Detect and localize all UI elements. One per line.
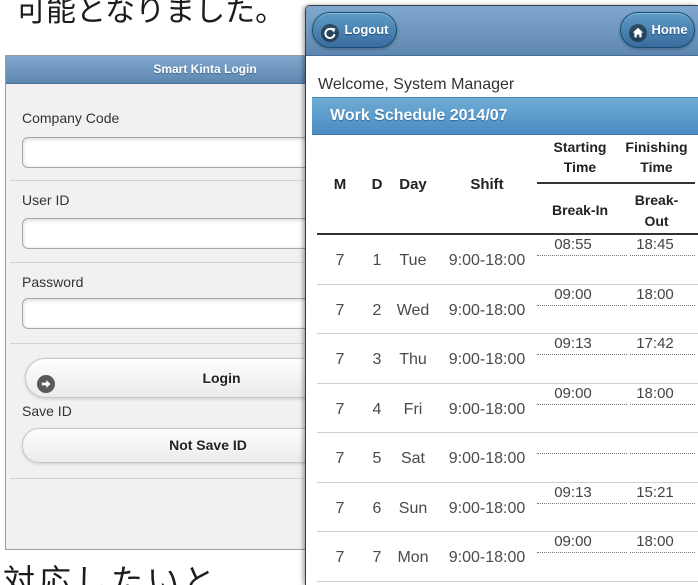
column-header-starting-time: Starting Time xyxy=(553,139,607,175)
logout-label: Logout xyxy=(344,22,389,37)
weekday-cell: Mon xyxy=(397,549,429,566)
starting-time-cell: 08:55 xyxy=(537,235,627,256)
starting-time-cell: 09:13 xyxy=(537,334,627,355)
month-cell: 7 xyxy=(335,499,345,517)
back-icon xyxy=(321,21,339,42)
schedule-table-header: M D Day Shift Starting Time Finishing Ti… xyxy=(317,135,698,235)
schedule-row: 7 3 Thu 9:00-18:00 09:13 17:42 xyxy=(317,334,698,384)
caption-bottom-clip: 対応したいと xyxy=(3,562,293,585)
schedule-row: 7 4 Fri 9:00-18:00 09:00 18:00 xyxy=(317,384,698,433)
logout-button[interactable]: Logout xyxy=(312,12,397,48)
finishing-time-cell: 17:42 xyxy=(630,334,695,355)
schedule-title: Work Schedule 2014/07 xyxy=(312,97,698,135)
schedule-row: 7 5 Sat 9:00-18:00 xyxy=(317,433,698,483)
shift-cell: 9:00-18:00 xyxy=(448,400,526,418)
date-cell: 6 xyxy=(372,499,382,517)
save-id-selected-value: Not Save ID xyxy=(169,437,247,453)
column-header-break-out: Break-Out xyxy=(634,192,679,229)
schedule-table: M D Day Shift Starting Time Finishing Ti… xyxy=(317,135,698,585)
schedule-header-bar: Logout Home xyxy=(306,6,698,56)
column-header-date: D xyxy=(371,176,383,193)
caption-bottom-text: 対応したいと xyxy=(3,562,220,585)
password-label: Password xyxy=(22,274,84,290)
finishing-time-cell: 18:45 xyxy=(630,235,695,256)
shift-cell: 9:00-18:00 xyxy=(448,351,526,368)
finishing-time-cell: 15:21 xyxy=(630,483,695,504)
column-header-weekday: Day xyxy=(399,176,427,193)
starting-time-cell: 09:00 xyxy=(537,285,627,306)
company-code-label: Company Code xyxy=(22,110,120,126)
date-cell: 1 xyxy=(372,252,382,269)
shift-cell: 9:00-18:00 xyxy=(448,252,526,269)
save-id-label: Save ID xyxy=(22,403,72,419)
schedule-row: 7 6 Sun 9:00-18:00 09:13 15:21 xyxy=(317,483,698,532)
column-header-finishing-time: Finishing Time xyxy=(625,139,688,175)
user-id-label: User ID xyxy=(22,192,70,208)
weekday-cell: Wed xyxy=(396,301,430,319)
date-cell: 4 xyxy=(372,400,382,418)
finishing-time-cell: 18:00 xyxy=(630,384,695,405)
arrow-right-icon xyxy=(37,369,55,393)
month-cell: 7 xyxy=(335,351,345,368)
month-cell: 7 xyxy=(335,301,345,319)
weekday-cell: Fri xyxy=(403,400,423,418)
shift-cell: 9:00-18:00 xyxy=(448,549,526,566)
welcome-message: Welcome, System Manager xyxy=(318,76,515,93)
finishing-time-cell: 18:00 xyxy=(630,285,695,306)
column-header-shift: Shift xyxy=(470,176,504,193)
home-label: Home xyxy=(651,22,688,37)
starting-time-cell: 09:00 xyxy=(537,384,627,405)
date-cell: 5 xyxy=(372,450,382,467)
date-cell: 3 xyxy=(372,351,382,368)
weekday-cell: Sun xyxy=(398,499,428,517)
schedule-rows: 7 1 Tue 9:00-18:00 08:55 18:45 7 2 Wed 9:00-18:00… xyxy=(317,235,698,582)
shift-cell: 9:00-18:00 xyxy=(448,499,526,517)
month-cell: 7 xyxy=(335,450,345,467)
date-cell: 2 xyxy=(372,301,382,319)
column-header-break-in: Break-In xyxy=(551,202,609,218)
weekday-cell: Thu xyxy=(399,351,427,368)
month-cell: 7 xyxy=(335,549,345,566)
finishing-time-cell xyxy=(630,433,695,454)
column-header-month: M xyxy=(333,176,347,193)
date-cell: 7 xyxy=(372,549,382,566)
finishing-time-cell: 18:00 xyxy=(630,532,695,553)
home-icon xyxy=(629,21,647,42)
weekday-cell: Tue xyxy=(399,252,427,269)
schedule-row: 7 2 Wed 9:00-18:00 09:00 18:00 xyxy=(317,285,698,334)
schedule-row: 7 1 Tue 9:00-18:00 08:55 18:45 xyxy=(317,235,698,285)
starting-time-cell: 09:00 xyxy=(537,532,627,553)
login-button-label: Login xyxy=(202,370,241,386)
month-cell: 7 xyxy=(335,252,345,269)
starting-time-cell xyxy=(537,433,627,454)
month-cell: 7 xyxy=(335,400,345,418)
home-button[interactable]: Home xyxy=(620,12,695,48)
schedule-row: 7 7 Mon 9:00-18:00 09:00 18:00 xyxy=(317,532,698,582)
starting-time-cell: 09:13 xyxy=(537,483,627,504)
weekday-cell: Sat xyxy=(400,450,425,467)
shift-cell: 9:00-18:00 xyxy=(448,301,526,319)
schedule-screen: Logout Home Welcome, System Manager Work… xyxy=(305,5,698,585)
caption-top-text: 可能となりました。 xyxy=(16,0,286,29)
shift-cell: 9:00-18:00 xyxy=(448,450,526,467)
header-group-divider xyxy=(537,182,695,184)
caption-top-clip: 可能となりました。 xyxy=(16,0,301,40)
login-title: Smart Kinta Login xyxy=(153,62,257,76)
